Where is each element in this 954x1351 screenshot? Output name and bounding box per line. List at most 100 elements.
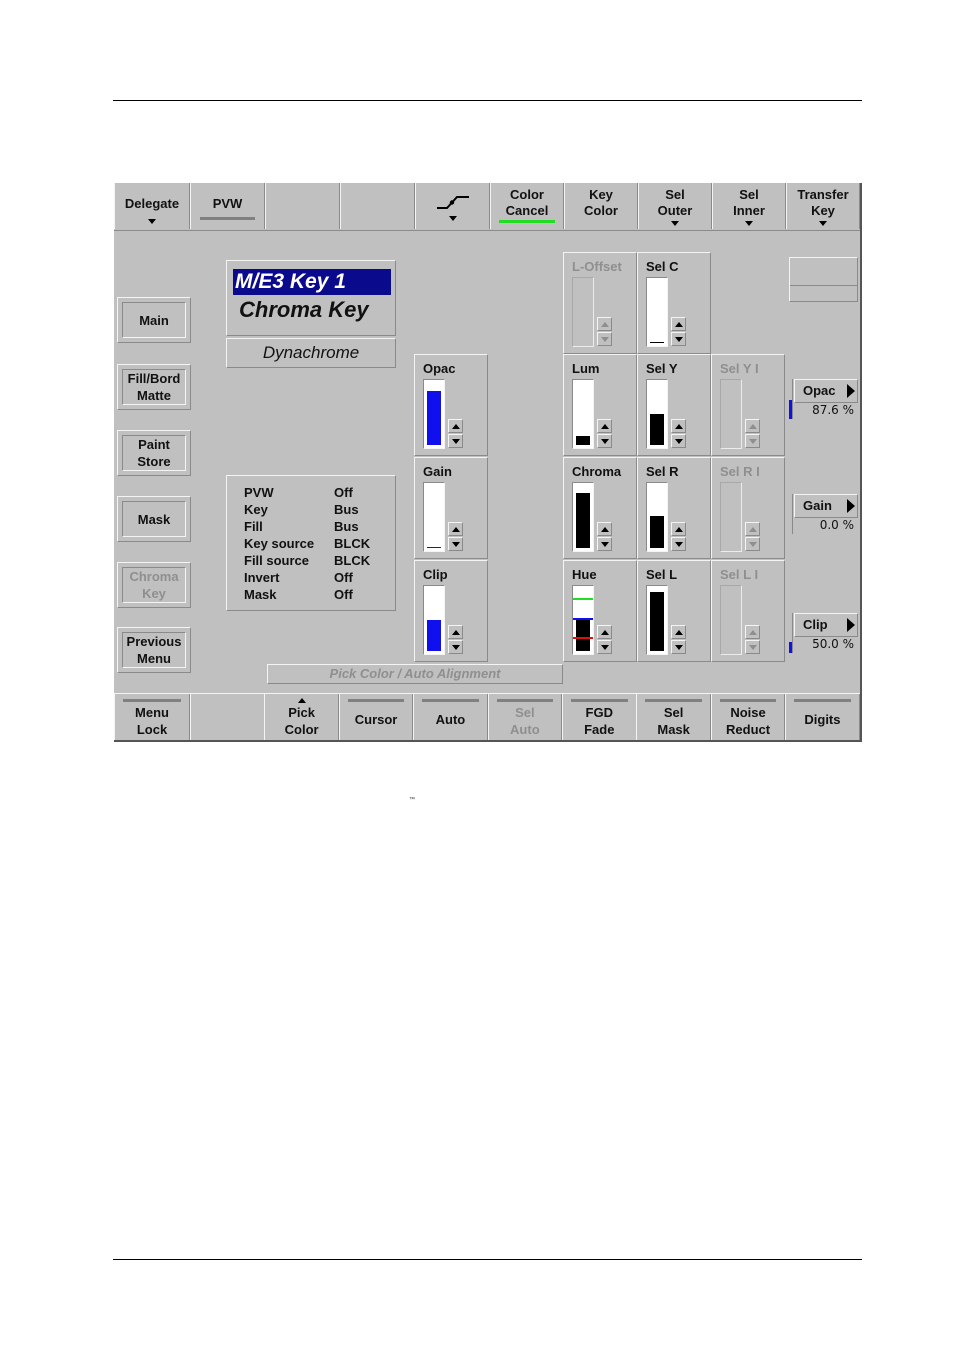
button-indicator [645,699,702,702]
slider-l-offset[interactable]: L-Offset [563,252,637,354]
increment-arrow-icon[interactable] [448,625,463,639]
decrement-arrow-icon[interactable] [597,434,612,448]
decrement-arrow-icon[interactable] [448,640,463,654]
decrement-arrow-icon[interactable] [671,640,686,654]
knob-gain[interactable]: Gain 0.0 % [788,494,858,534]
slider-track[interactable] [720,482,742,552]
slider-opac[interactable]: Opac [414,354,488,456]
bottom-digits-button[interactable]: Digits [785,694,860,740]
delegate-button[interactable]: Delegate [114,183,190,229]
sel-outer-button[interactable]: Sel Outer [638,183,712,229]
sel-inner-button[interactable]: Sel Inner [712,183,786,229]
slider-hue[interactable]: Hue [563,560,637,662]
bottom-cursor-button[interactable]: Cursor [338,694,414,740]
slider-track[interactable] [646,379,668,449]
bottom-button-label: Pick Color [284,705,319,737]
slider-sel-c[interactable]: Sel C [637,252,711,354]
decrement-arrow-icon[interactable] [448,537,463,551]
bottom-auto-button[interactable]: Auto [413,694,488,740]
slider-track[interactable] [720,379,742,449]
slider-lum[interactable]: Lum [563,354,637,456]
triangle-right-icon [847,618,855,632]
paint-store-label: Paint Store [137,436,170,470]
decrement-arrow-icon[interactable] [448,434,463,448]
slider-track[interactable] [423,585,445,655]
increment-arrow-icon[interactable] [671,317,686,331]
increment-arrow-icon[interactable] [448,419,463,433]
side-mask-button[interactable]: Mask [117,496,191,542]
slider-sel-r[interactable]: Sel R [637,457,711,559]
increment-arrow-icon[interactable] [671,419,686,433]
side-paint-store-button[interactable]: Paint Store [117,430,191,476]
decrement-arrow-icon[interactable] [597,640,612,654]
slider-track[interactable] [572,585,594,655]
status-row: Fill source BLCK [244,552,370,569]
knob-level-bar [788,494,793,534]
slider-sel-r-i[interactable]: Sel R I [711,457,785,559]
slider-sel-y-i[interactable]: Sel Y I [711,354,785,456]
bottom-pick-color-button[interactable]: Pick Color [264,694,339,740]
key-color-button[interactable]: Key Color [564,183,638,229]
decrement-arrow-icon[interactable] [671,434,686,448]
page-header-rule [113,100,862,101]
previous-label: Previous [126,634,182,649]
increment-arrow-icon[interactable] [745,625,760,639]
slider-track[interactable] [720,585,742,655]
decrement-arrow-icon[interactable] [671,332,686,346]
slider-clip[interactable]: Clip [414,560,488,662]
slider-track[interactable] [423,379,445,449]
pvw-button[interactable]: PVW [190,183,265,229]
slider-track[interactable] [646,277,668,347]
slider-track[interactable] [572,482,594,552]
transition-curve-button[interactable] [415,183,490,229]
status-value: BLCK [334,536,371,551]
decrement-arrow-icon[interactable] [597,537,612,551]
slider-chroma[interactable]: Chroma [563,457,637,559]
increment-arrow-icon[interactable] [745,522,760,536]
bottom-menu-lock-button[interactable]: Menu Lock [114,694,190,740]
slider-sel-y[interactable]: Sel Y [637,354,711,456]
increment-arrow-icon[interactable] [671,522,686,536]
increment-arrow-icon[interactable] [448,522,463,536]
slider-sel-l[interactable]: Sel L [637,560,711,662]
slider-sel-l-i[interactable]: Sel L I [711,560,785,662]
bottom-sel-mask-button[interactable]: Sel Mask [636,694,711,740]
increment-arrow-icon[interactable] [597,625,612,639]
paint-label: Paint [138,437,170,452]
bottom-button-label: Sel Auto [510,705,540,737]
slider-track[interactable] [572,277,594,347]
increment-arrow-icon[interactable] [597,522,612,536]
slider-track[interactable] [423,482,445,552]
hue-marker [573,598,593,600]
color-cancel-button[interactable]: Color Cancel [490,183,564,229]
bottom-noise-reduct-button[interactable]: Noise Reduct [710,694,786,740]
key-color-label-1: Key [589,187,613,202]
decrement-arrow-icon[interactable] [745,640,760,654]
slider-track[interactable] [646,585,668,655]
side-chroma-key-button[interactable]: Chroma Key [117,562,191,608]
side-fill-bord-matte-button[interactable]: Fill/Bord Matte [117,364,191,410]
side-main-button[interactable]: Main [117,297,191,343]
decrement-arrow-icon[interactable] [745,537,760,551]
side-previous-menu-button[interactable]: Previous Menu [117,627,191,673]
keyer-title-box: M/E3 Key 1 Chroma Key [226,260,396,336]
slider-gain[interactable]: Gain [414,457,488,559]
bottom-blank-button[interactable] [190,694,265,740]
knob-opac[interactable]: Opac 87.6 % [788,379,858,419]
bottom-sel-auto-button[interactable]: Sel Auto [487,694,563,740]
button-indicator [794,699,851,702]
increment-arrow-icon[interactable] [745,419,760,433]
transfer-key-button[interactable]: Transfer Key [786,183,860,229]
decrement-arrow-icon[interactable] [597,332,612,346]
bottom-fgd-fade-button[interactable]: FGD Fade [562,694,637,740]
top-blank-button-2[interactable] [340,183,415,229]
slider-track[interactable] [572,379,594,449]
increment-arrow-icon[interactable] [597,317,612,331]
decrement-arrow-icon[interactable] [745,434,760,448]
increment-arrow-icon[interactable] [671,625,686,639]
knob-clip[interactable]: Clip 50.0 % [788,613,858,653]
top-blank-button-1[interactable] [265,183,340,229]
decrement-arrow-icon[interactable] [671,537,686,551]
increment-arrow-icon[interactable] [597,419,612,433]
slider-track[interactable] [646,482,668,552]
